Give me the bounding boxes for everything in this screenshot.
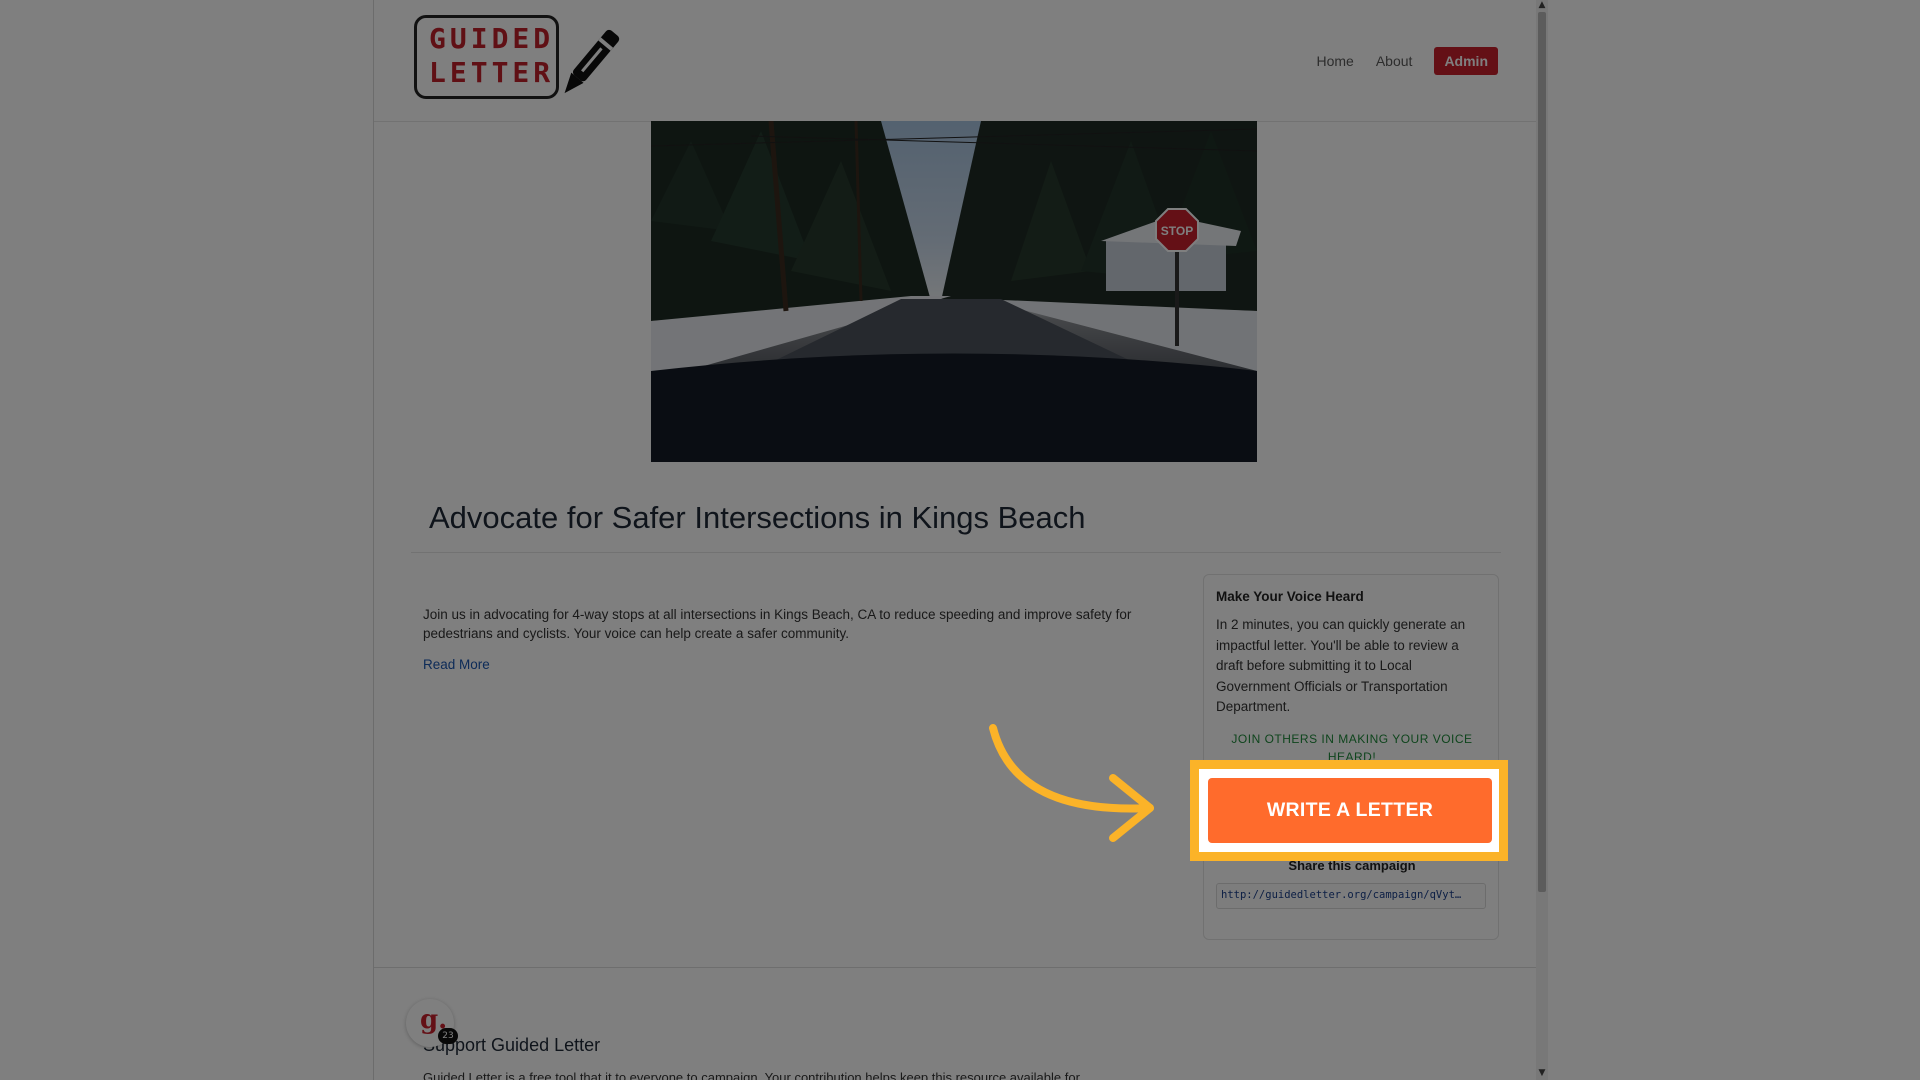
nav-home-link[interactable]: Home xyxy=(1316,53,1353,69)
campaign-title: Advocate for Safer Intersections in King… xyxy=(429,500,1086,535)
main-nav: Home About Admin xyxy=(1316,47,1498,75)
notification-badge: 23 xyxy=(438,1028,458,1044)
card-title: Make Your Voice Heard xyxy=(1216,589,1364,604)
logo-text-line-1: GUIDED xyxy=(429,22,555,55)
scroll-thumb[interactable] xyxy=(1538,12,1546,892)
scroll-down-arrow-icon[interactable]: ▼ xyxy=(1537,1068,1547,1078)
logo[interactable]: GUIDED LETTER xyxy=(411,10,627,106)
nav-about-link[interactable]: About xyxy=(1376,53,1413,69)
scroll-up-arrow-icon[interactable]: ▲ xyxy=(1537,0,1547,10)
card-text: In 2 minutes, you can quickly generate a… xyxy=(1216,617,1466,714)
hero-photo: STOP xyxy=(651,121,1257,462)
page: GUIDED LETTER Home About Admin STOP Advo… xyxy=(373,0,1538,1080)
share-url-field[interactable]: http://guidedletter.org/campaign/qVyt… xyxy=(1216,883,1486,909)
arrow-icon xyxy=(989,724,1154,842)
support-text: Guided Letter is a free tool that it to … xyxy=(423,1070,1080,1080)
voice-card: Make Your Voice Heard In 2 minutes, you … xyxy=(1203,574,1499,940)
chat-widget[interactable]: g. 23 xyxy=(406,999,458,1047)
write-letter-button[interactable]: WRITE A LETTER xyxy=(1208,778,1492,843)
campaign-description: Join us in advocating for 4-way stops at… xyxy=(423,607,1132,641)
stop-sign-text: STOP xyxy=(1161,224,1193,238)
footer-divider xyxy=(374,967,1537,968)
title-divider xyxy=(411,552,1501,553)
campaign-hero-image: STOP xyxy=(651,121,1257,462)
scrollbar[interactable]: ▲ ▼ xyxy=(1536,0,1548,1080)
logo-text-line-2: LETTER xyxy=(429,56,555,89)
admin-button[interactable]: Admin xyxy=(1434,47,1498,75)
read-more-link[interactable]: Read More xyxy=(423,657,490,672)
site-header: GUIDED LETTER Home About Admin xyxy=(374,0,1537,122)
pen-icon xyxy=(564,29,620,94)
